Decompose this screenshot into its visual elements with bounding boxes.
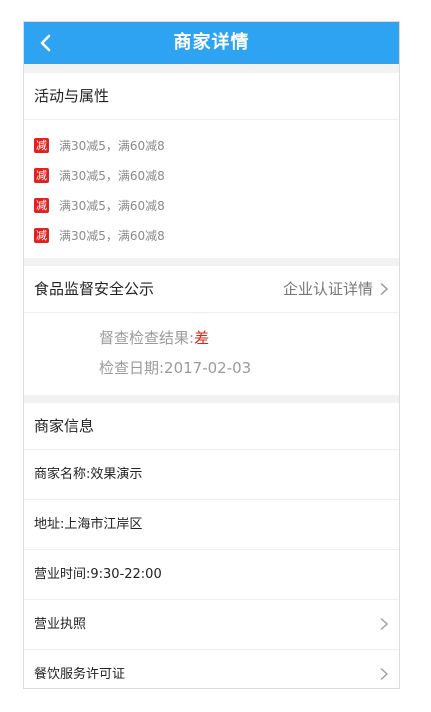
promo-item: 减 满30减5，满60减8	[34, 160, 389, 190]
business-license-row[interactable]: 营业执照	[24, 600, 399, 650]
promo-item: 减 满30减5，满60减8	[34, 190, 389, 220]
top-navbar: 商家详情	[24, 22, 399, 64]
catering-permit-row[interactable]: 餐饮服务许可证	[24, 650, 399, 688]
catering-permit-label: 餐饮服务许可证	[34, 667, 126, 682]
page-title: 商家详情	[173, 32, 250, 53]
inspection-date: 检查日期:2017-02-03	[99, 359, 252, 377]
food-safety-title: 食品监督安全公示	[34, 280, 155, 298]
business-license-label: 营业执照	[34, 617, 87, 632]
inspection-info: 督查检查结果:差 检查日期:2017-02-03	[24, 313, 399, 395]
promo-item: 减 满30减5，满60减8	[34, 220, 389, 250]
inspection-result: 督查检查结果:差	[99, 323, 399, 353]
enterprise-cert-label: 企业认证详情	[282, 280, 373, 298]
discount-badge: 减	[34, 167, 49, 183]
enterprise-cert-link[interactable]: 企业认证详情	[283, 266, 389, 312]
merchant-hours: 营业时间:9:30-22:00	[24, 550, 399, 600]
promo-text: 满30减5，满60减8	[59, 168, 165, 183]
promo-item: 减 满30减5，满60减8	[34, 130, 389, 160]
food-safety-header: 食品监督安全公示 企业认证详情	[24, 266, 399, 313]
chevron-right-icon	[380, 668, 388, 680]
discount-badge: 减	[34, 137, 49, 153]
phone-frame: 商家详情 活动与属性 减 满30减5，满60减8 减 满30减5，满60减8 减…	[23, 21, 400, 689]
promo-text: 满30减5，满60减8	[59, 138, 165, 153]
chevron-right-icon	[380, 618, 388, 630]
food-safety-section: 食品监督安全公示 企业认证详情 督查检查结果:差 检查日期:2017-02-03	[24, 266, 399, 395]
merchant-section: 商家信息 商家名称:效果演示 地址:上海市江岸区 营业时间:9:30-22:00…	[24, 403, 399, 688]
discount-badge: 减	[34, 197, 49, 213]
discount-badge: 减	[34, 227, 49, 243]
inspection-result-label: 督查检查结果:	[99, 329, 195, 347]
merchant-address: 地址:上海市江岸区	[24, 500, 399, 550]
merchant-name: 商家名称:效果演示	[24, 450, 399, 500]
merchant-title: 商家信息	[24, 403, 399, 450]
activities-title: 活动与属性	[24, 73, 399, 120]
chevron-right-icon	[380, 282, 389, 296]
promo-text: 满30减5，满60减8	[59, 228, 165, 243]
promo-text: 满30减5，满60减8	[59, 198, 165, 213]
inspection-result-value: 差	[194, 329, 210, 347]
promo-list: 减 满30减5，满60减8 减 满30减5，满60减8 减 满30减5，满60减…	[24, 120, 399, 258]
activities-section: 活动与属性 减 满30减5，满60减8 减 满30减5，满60减8 减 满30减…	[24, 73, 399, 258]
